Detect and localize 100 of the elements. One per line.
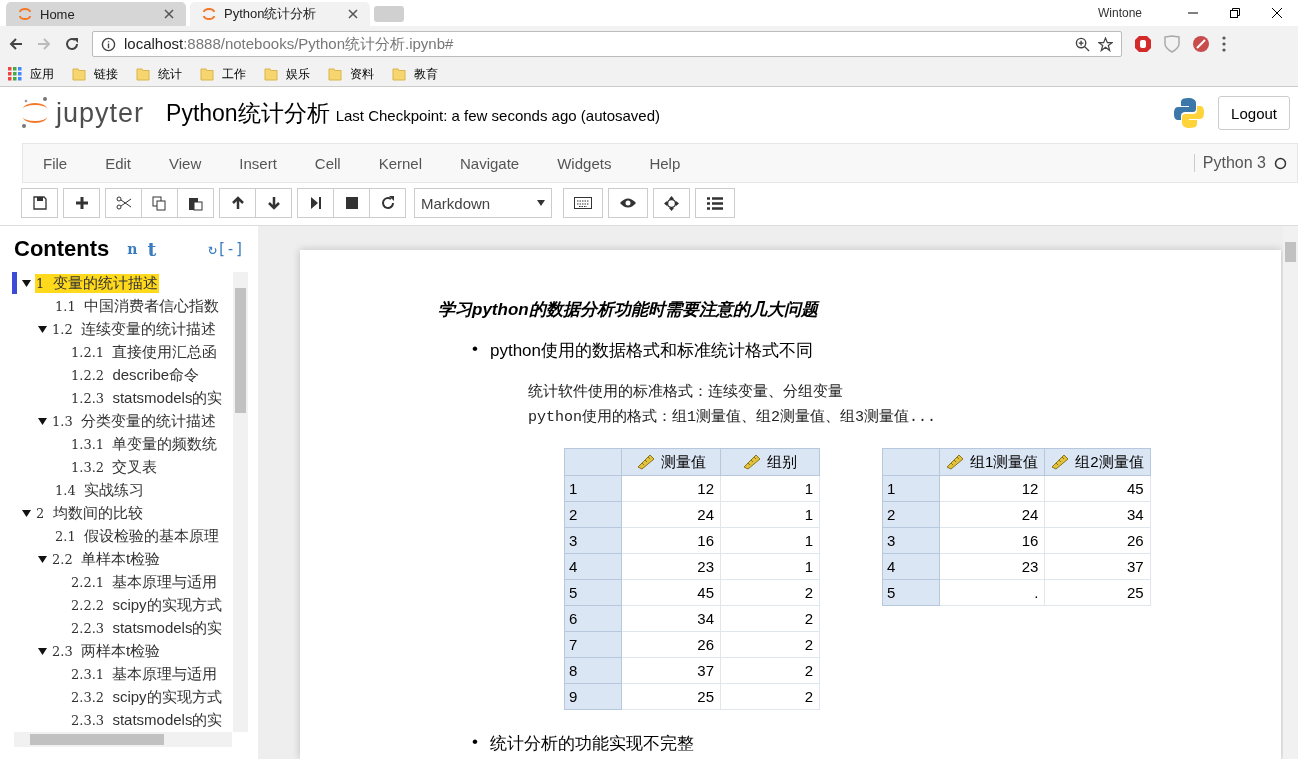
cut-button[interactable] [105, 188, 142, 218]
menu-item[interactable]: Cell [295, 154, 360, 172]
collapse-button[interactable]: [-] [216, 239, 244, 258]
cell-heading: 学习python的数据分析功能时需要注意的几大问题 [438, 299, 821, 321]
menu-item[interactable]: Kernel [359, 154, 441, 172]
expand-toggle[interactable] [38, 325, 47, 333]
run-button[interactable] [297, 188, 334, 218]
toc-item[interactable]: 1.3 分类变量的统计描述 [51, 411, 218, 431]
toc-item[interactable]: 1.2.1 直接使用汇总函 [70, 342, 219, 362]
add-cell-button[interactable] [63, 188, 100, 218]
menu-item[interactable]: Navigate [441, 154, 539, 172]
expand-toggle[interactable] [38, 417, 47, 425]
menu-item[interactable]: Insert [220, 154, 296, 172]
column-header: 组别 [767, 452, 797, 472]
toc-item[interactable]: 2.3.1 基本原理与适用 [70, 664, 219, 684]
navigate-button[interactable] [653, 188, 690, 218]
toc-item[interactable]: 2.2.2 scipy的实现方式 [70, 595, 223, 615]
menu-item[interactable]: File [23, 154, 87, 172]
browser-tab[interactable]: Home [6, 2, 186, 26]
extension-icon[interactable] [1192, 35, 1210, 53]
toc-item[interactable]: 1.2 连续变量的统计描述 [51, 319, 218, 339]
bookmark-item[interactable]: 链接 [72, 65, 118, 83]
scrollbar[interactable] [233, 271, 248, 732]
move-up-button[interactable] [219, 188, 256, 218]
preview-button[interactable] [608, 188, 648, 218]
close-icon[interactable] [1271, 7, 1283, 19]
bookmark-item[interactable]: 教育 [392, 65, 438, 83]
restart-button[interactable] [369, 188, 406, 218]
table-cell: 2 [720, 579, 820, 606]
scissors-icon [115, 196, 132, 210]
refresh-button[interactable]: ↻ [207, 239, 217, 258]
bookmark-item[interactable]: 应用 [8, 65, 54, 83]
table-cell: 34 [1044, 501, 1151, 528]
menu-item[interactable]: Widgets [538, 154, 631, 172]
stop-hand-icon[interactable] [1134, 35, 1152, 53]
close-icon[interactable] [348, 9, 358, 19]
row-number: 4 [882, 553, 940, 580]
jupyter-logo[interactable]: jupyter [20, 95, 145, 131]
menu-item[interactable]: View [150, 154, 221, 172]
notebook-title[interactable]: Python统计分析 [166, 97, 330, 129]
stop-button[interactable] [333, 188, 370, 218]
bookmark-item[interactable]: 工作 [200, 65, 246, 83]
toc-item[interactable]: 2.3 两样本t检验 [51, 641, 162, 661]
bookmark-item[interactable]: 娱乐 [264, 65, 310, 83]
info-icon[interactable] [101, 36, 116, 52]
toc-item[interactable]: 2.1 假设检验的基本原理 [54, 526, 221, 546]
step-forward-icon [309, 196, 322, 210]
expand-toggle[interactable] [22, 509, 31, 517]
address-field[interactable]: localhost:8888/notebooks/Python统计分析.ipynb# [92, 31, 1122, 57]
toc-item[interactable]: 1.3.2 交叉表 [70, 457, 159, 477]
bookmark-item[interactable]: 统计 [136, 65, 182, 83]
table-cell: . [939, 579, 1045, 606]
toc-item[interactable]: 2 均数间的比较 [35, 503, 144, 523]
restore-icon[interactable] [1229, 7, 1241, 19]
cell-type-dropdown[interactable]: Markdown [414, 188, 552, 218]
row-number: 3 [882, 527, 940, 554]
expand-toggle[interactable] [38, 647, 47, 655]
toc-item[interactable]: 1.2.3 statsmodels的实 [70, 388, 224, 408]
menu-item[interactable]: Edit [86, 154, 151, 172]
table-cell: 1 [720, 501, 820, 528]
table-cell: 25 [621, 683, 721, 710]
star-icon[interactable] [1098, 36, 1113, 52]
bookmark-item[interactable]: 资料 [328, 65, 374, 83]
save-button[interactable] [21, 188, 58, 218]
reload-icon[interactable] [64, 36, 80, 52]
browser-tab[interactable]: Python统计分析 [190, 2, 370, 26]
table-cell: 16 [621, 527, 721, 554]
table-cell: 12 [621, 475, 721, 502]
toc-toggle[interactable]: t [147, 237, 157, 260]
profile-name[interactable]: Wintone [1097, 6, 1142, 20]
toc-item[interactable]: 2.2.3 statsmodels的实 [70, 618, 224, 638]
logout-button[interactable]: Logout [1218, 96, 1290, 130]
table-cell: 34 [621, 605, 721, 632]
number-toggle[interactable]: n [127, 240, 138, 257]
table-of-contents-button[interactable] [695, 188, 735, 218]
folder-icon [200, 67, 214, 81]
keyboard-button[interactable] [563, 188, 603, 218]
menu-item[interactable]: Help [630, 154, 700, 172]
zoom-icon[interactable] [1075, 36, 1090, 52]
paste-button[interactable] [177, 188, 214, 218]
toc-item[interactable]: 2.2.1 基本原理与适用 [70, 572, 219, 592]
python-logo-icon [1172, 96, 1207, 130]
expand-toggle[interactable] [22, 279, 31, 287]
toc-item[interactable]: 1.2.2 describe命令 [70, 365, 201, 385]
toc-item[interactable]: 1.1 中国消费者信心指数 [54, 296, 221, 316]
toc-item[interactable]: 2.3.3 statsmodels的实 [70, 710, 224, 730]
toc-item[interactable]: 1.4 实战练习 [54, 480, 146, 500]
menu-icon[interactable] [1222, 36, 1226, 52]
move-down-button[interactable] [255, 188, 292, 218]
toc-item[interactable]: 2.2 单样本t检验 [51, 549, 162, 569]
back-icon[interactable] [8, 36, 24, 52]
toc-item[interactable]: 1 变量的统计描述 [35, 273, 159, 293]
table-cell: 1 [720, 553, 820, 580]
eye-icon [619, 197, 637, 209]
expand-toggle[interactable] [38, 555, 47, 563]
toc-item[interactable]: 2.3.2 scipy的实现方式 [70, 687, 223, 707]
list-icon [707, 196, 723, 210]
column-header: 组1测量值 [970, 452, 1039, 472]
scrollbar[interactable] [14, 731, 232, 747]
toc-item[interactable]: 1.3.1 单变量的频数统 [70, 434, 219, 454]
